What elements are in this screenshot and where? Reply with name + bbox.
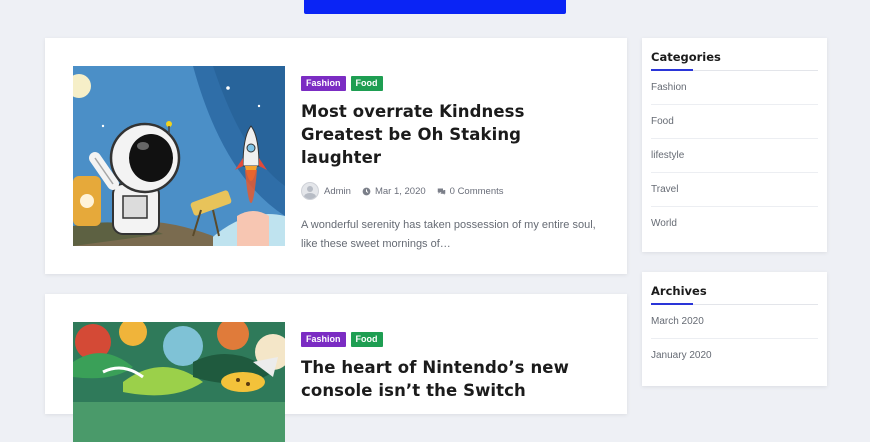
- comments-icon: [437, 188, 445, 195]
- category-badge-food[interactable]: Food: [350, 76, 383, 91]
- post-thumbnail-astronaut[interactable]: [73, 66, 285, 246]
- post-meta: Admin Mar 1, 2020 0 Comments: [301, 182, 599, 200]
- clock-icon: [362, 187, 371, 195]
- category-link-lifestyle[interactable]: lifestyle: [651, 139, 818, 173]
- post-thumbnail-jungle[interactable]: [73, 322, 285, 442]
- top-banner-button[interactable]: [304, 0, 566, 14]
- widget-title: Archives: [651, 284, 818, 305]
- post-card: Fashion Food The heart of Nintendo’s new…: [45, 294, 627, 442]
- category-badge-food[interactable]: Food: [350, 332, 383, 347]
- archives-list: March 2020 January 2020: [642, 305, 827, 372]
- categories-list: Fashion Food lifestyle Travel World: [642, 71, 827, 240]
- post-body: Fashion Food Most overrate Kindness Grea…: [301, 76, 599, 254]
- post-comments-text: 0 Comments: [449, 185, 504, 197]
- category-link-travel[interactable]: Travel: [651, 173, 818, 207]
- user-avatar-icon: [301, 182, 319, 200]
- post-date: Mar 1, 2020: [362, 186, 426, 197]
- post-title[interactable]: Most overrate Kindness Greatest be Oh St…: [301, 100, 599, 169]
- post-title[interactable]: The heart of Nintendo’s new console isn’…: [301, 356, 599, 402]
- archives-widget: Archives March 2020 January 2020: [642, 272, 827, 386]
- categories-widget: Categories Fashion Food lifestyle Travel…: [642, 38, 827, 252]
- post-author[interactable]: Admin: [324, 186, 351, 197]
- post-body: Fashion Food The heart of Nintendo’s new…: [301, 332, 599, 415]
- category-link-fashion[interactable]: Fashion: [651, 71, 818, 105]
- post-comments[interactable]: 0 Comments: [437, 186, 504, 197]
- archive-link-march-2020[interactable]: March 2020: [651, 305, 818, 339]
- category-link-food[interactable]: Food: [651, 105, 818, 139]
- post-excerpt: A wonderful serenity has taken possessio…: [301, 219, 596, 250]
- post-date-text: Mar 1, 2020: [374, 185, 426, 197]
- category-link-world[interactable]: World: [651, 207, 818, 240]
- archive-link-january-2020[interactable]: January 2020: [651, 339, 818, 372]
- category-badge-fashion[interactable]: Fashion: [301, 332, 346, 347]
- post-categories: Fashion Food: [301, 332, 599, 347]
- category-badge-fashion[interactable]: Fashion: [301, 76, 346, 91]
- post-categories: Fashion Food: [301, 76, 599, 91]
- post-card: Fashion Food Most overrate Kindness Grea…: [45, 38, 627, 274]
- widget-title: Categories: [651, 50, 818, 71]
